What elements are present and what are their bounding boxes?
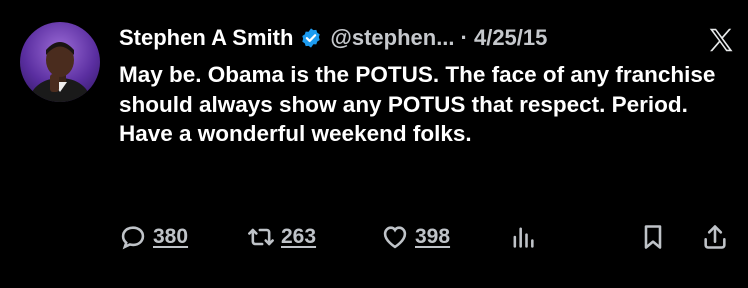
bookmark-icon bbox=[639, 223, 667, 251]
tweet-date[interactable]: · 4/25/15 bbox=[461, 25, 548, 51]
views-icon bbox=[509, 223, 537, 251]
action-bar: 380 263 398 bbox=[119, 219, 731, 255]
x-logo-icon[interactable] bbox=[703, 22, 739, 58]
like-count: 398 bbox=[415, 225, 451, 248]
avatar[interactable] bbox=[20, 22, 100, 102]
reply-icon bbox=[119, 223, 147, 251]
bookmark-button[interactable] bbox=[639, 219, 667, 255]
reply-button[interactable]: 380 bbox=[119, 219, 188, 255]
retweet-button[interactable]: 263 bbox=[247, 219, 316, 255]
author-handle[interactable]: @stephen... bbox=[330, 25, 454, 51]
tweet-card: Stephen A Smith @stephen... · 4/25/15 Ma… bbox=[0, 0, 748, 288]
verified-badge-icon bbox=[300, 27, 322, 49]
like-button[interactable]: 398 bbox=[381, 219, 450, 255]
share-button[interactable] bbox=[701, 219, 729, 255]
views-button[interactable] bbox=[509, 219, 537, 255]
reply-count: 380 bbox=[153, 225, 189, 248]
avatar-portrait bbox=[30, 42, 90, 102]
retweet-count: 263 bbox=[281, 225, 317, 248]
share-icon bbox=[701, 223, 729, 251]
heart-icon bbox=[381, 223, 409, 251]
tweet-header: Stephen A Smith @stephen... · 4/25/15 bbox=[119, 20, 739, 56]
author-name[interactable]: Stephen A Smith bbox=[119, 25, 293, 51]
tweet-text: May be. Obama is the POTUS. The face of … bbox=[119, 62, 716, 146]
retweet-icon bbox=[247, 223, 275, 251]
